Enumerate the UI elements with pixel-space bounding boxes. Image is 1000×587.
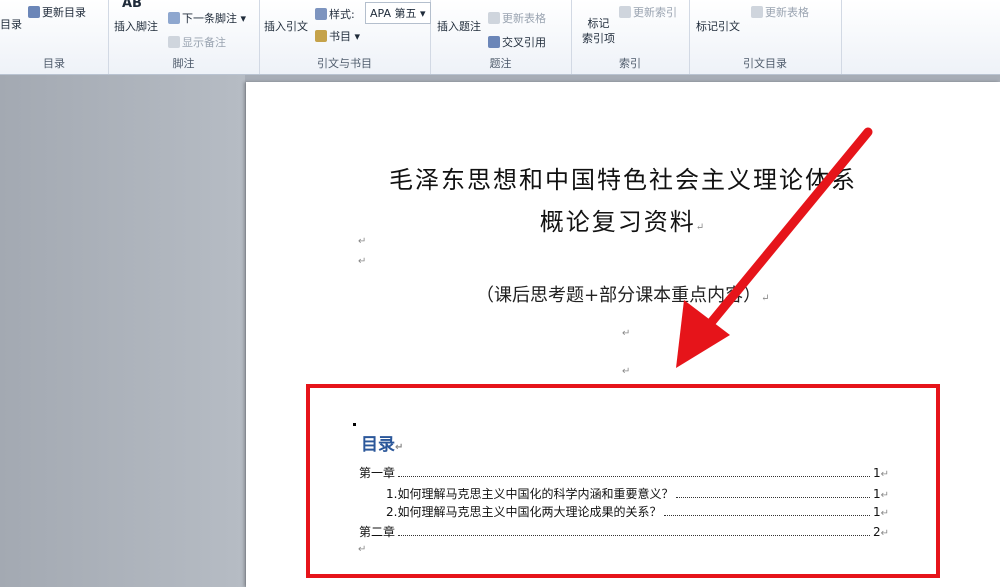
annotation-arrow xyxy=(676,127,873,368)
